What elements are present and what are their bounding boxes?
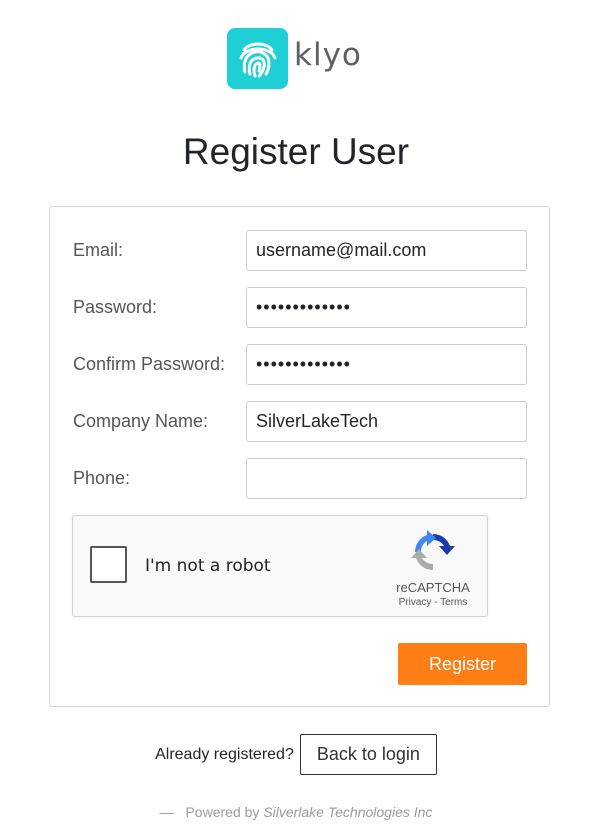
recaptcha-logo-icon [411, 530, 455, 570]
company-name-label: Company Name: [73, 411, 209, 431]
recaptcha-brand: reCAPTCHA [396, 580, 470, 595]
password-row: Password: [73, 287, 528, 328]
phone-label: Phone: [73, 468, 131, 488]
footer: — Powered by Silverlake Technologies Inc [0, 804, 592, 820]
registration-form: Email: Password: Confirm Password: Compa… [49, 206, 550, 707]
email-label: Email: [73, 240, 124, 260]
brand-name: klyo [294, 36, 362, 73]
recaptcha-label: I'm not a robot [145, 556, 271, 576]
recaptcha-terms-link[interactable]: Terms [440, 597, 467, 608]
brand-logo: klyo [227, 28, 362, 89]
password-field[interactable] [246, 287, 527, 328]
page-title: Register User [182, 131, 410, 172]
company-name-field[interactable] [246, 401, 527, 442]
register-button[interactable]: Register [398, 643, 527, 685]
fingerprint-icon [227, 28, 288, 89]
confirm-password-label: Confirm Password: [73, 354, 226, 374]
email-row: Email: [73, 230, 528, 271]
recaptcha-link-separator: - [431, 597, 441, 608]
email-field[interactable] [246, 230, 527, 271]
password-label: Password: [73, 297, 158, 317]
back-to-login-button[interactable]: Back to login [299, 734, 437, 775]
recaptcha-checkbox[interactable] [90, 546, 127, 583]
login-prompt: Already registered? Back to login [0, 734, 592, 775]
footer-dash: — [159, 804, 174, 820]
recaptcha-links: Privacy - Terms [373, 597, 493, 608]
confirm-password-row: Confirm Password: [73, 344, 528, 385]
phone-field[interactable] [246, 458, 527, 499]
already-registered-text: Already registered? [155, 745, 294, 763]
recaptcha-privacy-link[interactable]: Privacy [399, 597, 432, 608]
footer-company-link[interactable]: Silverlake Technologies Inc [263, 804, 432, 820]
company-name-row: Company Name: [73, 401, 528, 442]
phone-row: Phone: [73, 458, 528, 499]
confirm-password-field[interactable] [246, 344, 527, 385]
recaptcha-widget: I'm not a robot reCAPTCHA Privacy - Term… [72, 515, 488, 617]
powered-by-text: Powered by [185, 804, 260, 820]
